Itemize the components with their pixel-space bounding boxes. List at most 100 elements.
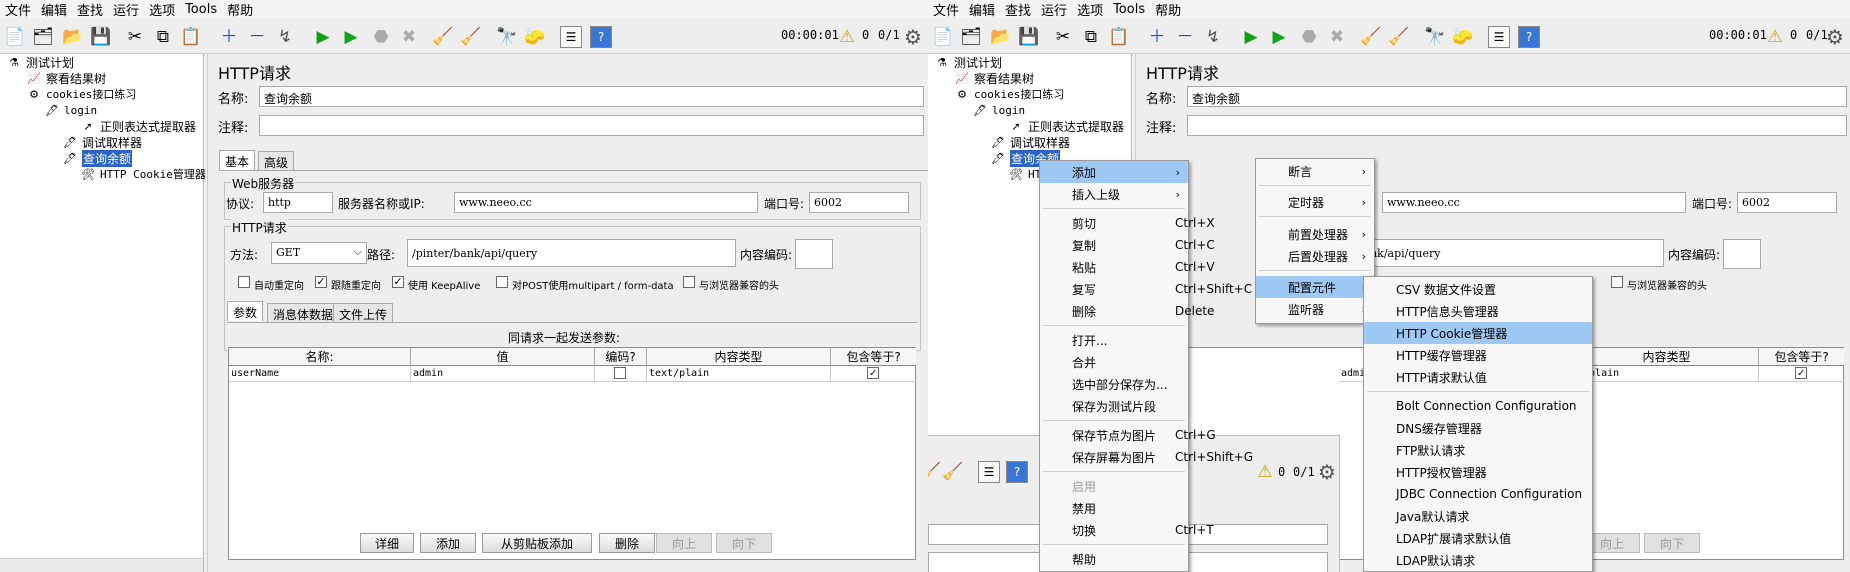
config-item-cookie-manager[interactable]: HTTP Cookie管理器 — [1364, 322, 1592, 344]
submenu-item-postprocessors[interactable]: 后置处理器 › — [1256, 245, 1374, 267]
submenu-item-config-elements[interactable]: 配置元件› — [1256, 276, 1374, 298]
multipart-checkbox[interactable] — [496, 276, 508, 288]
save-icon[interactable]: 💾 — [90, 26, 112, 48]
shutdown-icon[interactable]: ✖ — [1326, 26, 1348, 48]
follow-redirect-checkbox[interactable]: ✓ — [315, 276, 327, 288]
start-icon[interactable]: ▶ — [312, 26, 334, 48]
tree-node-debug[interactable]: 🖊 调试取样器 — [990, 134, 1070, 150]
menu-item-help[interactable]: 帮助 — [1040, 548, 1188, 570]
cell-include-equals[interactable]: ✓ — [831, 366, 916, 382]
menu-item-add[interactable]: 添加 › — [1040, 161, 1188, 183]
tree-node-regex[interactable]: ➚ 正则表达式提取器 — [1008, 118, 1124, 134]
name-input[interactable]: 查询余额 — [259, 86, 924, 107]
protocol-input[interactable]: http — [263, 192, 333, 213]
start-icon[interactable]: ▶ — [1240, 26, 1262, 48]
shutdown-icon[interactable]: ✖ — [398, 26, 420, 48]
cell-value[interactable]: admin — [411, 366, 595, 382]
config-item-ldap-ext-defaults[interactable]: LDAP扩展请求默认值 — [1364, 527, 1592, 549]
help-icon[interactable]: ? — [590, 26, 612, 48]
config-item-ftp-defaults[interactable]: FTP默认请求 — [1364, 439, 1592, 461]
menu-file[interactable]: 文件 — [0, 0, 36, 19]
menu-item-insert-parent[interactable]: 插入上级 › — [1040, 183, 1188, 205]
tree-node-test-plan[interactable]: ⚗ 测试计划 — [934, 54, 1002, 70]
cell-content-type[interactable]: text/plain — [647, 366, 831, 382]
col-encode[interactable]: 编码? — [595, 348, 647, 366]
tree-node-cookie-manager[interactable]: 🛠 HT — [1008, 166, 1041, 182]
new-icon[interactable]: 📄 — [932, 26, 954, 48]
encode-checkbox[interactable] — [614, 367, 626, 379]
server-input[interactable]: www.neeo.cc — [454, 192, 758, 213]
function-helper-icon[interactable]: ☰ — [1488, 26, 1510, 48]
menu-item-paste[interactable]: 粘贴 Ctrl+V — [1040, 256, 1215, 278]
copy-icon[interactable]: ⧉ — [152, 26, 174, 48]
tree-node-regex[interactable]: ➚ 正则表达式提取器 — [80, 118, 196, 134]
cell-name[interactable]: userName — [229, 366, 411, 382]
server-input[interactable]: www.neeo.cc — [1382, 192, 1686, 213]
clear-all-icon[interactable]: 🧹 — [460, 26, 482, 48]
templates-icon[interactable]: 🗂 — [960, 26, 982, 48]
help-icon[interactable]: ? — [1518, 26, 1540, 48]
cell-content-type[interactable]: t/plain — [1575, 366, 1759, 382]
cut-icon[interactable]: ✂ — [124, 26, 146, 48]
menu-run[interactable]: 运行 — [108, 0, 144, 19]
tree-node-view-results[interactable]: 📈 察看结果树 — [954, 70, 1034, 86]
col-content-type[interactable]: 内容类型 — [647, 348, 831, 366]
col-value[interactable]: 值 — [411, 348, 595, 366]
delete-button[interactable]: 删除 — [599, 533, 655, 553]
menu-item-save-selection[interactable]: 选中部分保存为... — [1040, 373, 1188, 395]
menu-search[interactable]: 查找 — [1000, 0, 1036, 19]
tree-node-query[interactable]: 🖊 查询余额 — [62, 149, 133, 167]
tree-node-view-results[interactable]: 📈 察看结果树 — [26, 70, 106, 86]
config-item-header-manager[interactable]: HTTP信息头管理器 — [1364, 300, 1592, 322]
include-equals-checkbox[interactable]: ✓ — [867, 367, 879, 379]
clear-icon[interactable]: 🧹 — [1360, 26, 1382, 48]
menu-run[interactable]: 运行 — [1036, 0, 1072, 19]
path-input[interactable]: /pinter/bank/api/query — [407, 239, 736, 267]
tab-files-upload[interactable]: 文件上传 — [333, 303, 394, 323]
config-item-dns-cache[interactable]: DNS缓存管理器 — [1364, 417, 1592, 439]
start-no-pause-icon[interactable]: ▶ — [1268, 26, 1290, 48]
collapse-icon[interactable]: － — [1174, 26, 1196, 48]
menu-item-copy[interactable]: 复制 Ctrl+C — [1040, 234, 1215, 256]
config-item-auth-manager[interactable]: HTTP授权管理器 — [1364, 461, 1592, 483]
menu-item-save-screen-image[interactable]: 保存屏幕为图片 Ctrl+Shift+G — [1040, 446, 1253, 468]
add-button[interactable]: 添加 — [420, 533, 476, 553]
open-icon[interactable]: 📂 — [62, 26, 84, 48]
config-item-jdbc[interactable]: JDBC Connection Configuration — [1364, 483, 1592, 505]
toggle-icon[interactable]: ↯ — [274, 26, 296, 48]
menu-item-cut[interactable]: 剪切 Ctrl+X — [1040, 212, 1215, 234]
tree-node-thread-group[interactable]: ⚙ cookies接口练习 — [26, 86, 136, 102]
detail-button[interactable]: 详细 — [360, 533, 414, 553]
move-down-button[interactable]: 向下 — [1644, 533, 1700, 553]
move-down-button[interactable]: 向下 — [716, 533, 772, 553]
menu-options[interactable]: 选项 — [144, 0, 180, 19]
menu-search[interactable]: 查找 — [72, 0, 108, 19]
clear-all-icon[interactable]: 🧹 — [1388, 26, 1410, 48]
config-item-bolt[interactable]: Bolt Connection Configuration — [1364, 395, 1592, 417]
search-icon[interactable]: 🔭 — [496, 26, 518, 48]
browser-headers-checkbox[interactable] — [683, 276, 695, 288]
config-item-ldap-defaults[interactable]: LDAP默认请求 — [1364, 549, 1592, 571]
tree-node-login[interactable]: 🖊 login — [972, 102, 1025, 118]
submenu-item-assertions[interactable]: 断言 › — [1256, 160, 1374, 182]
warning-icon[interactable]: ⚠ — [1764, 26, 1786, 48]
stop-icon[interactable]: ⬣ — [1298, 26, 1320, 48]
tab-advanced[interactable]: 高级 — [258, 151, 295, 171]
menu-options[interactable]: 选项 — [1072, 0, 1108, 19]
col-include-equals[interactable]: 包含等于? — [831, 348, 916, 366]
keepalive-checkbox[interactable]: ✓ — [392, 276, 404, 288]
menu-item-save-fragment[interactable]: 保存为测试片段 — [1040, 395, 1188, 417]
expand-icon[interactable]: ＋ — [1146, 26, 1168, 48]
cell-include-equals[interactable]: ✓ — [1759, 366, 1844, 382]
paste-icon[interactable]: 📋 — [180, 26, 202, 48]
warning-icon[interactable]: ⚠ — [836, 26, 858, 48]
menu-item-save-node-image[interactable]: 保存节点为图片 Ctrl+G — [1040, 424, 1216, 446]
col-include-equals[interactable]: 包含等于? — [1759, 348, 1844, 366]
clear-icon[interactable]: 🧹 — [432, 26, 454, 48]
browser-headers-checkbox[interactable] — [1611, 276, 1623, 288]
comment-input[interactable] — [259, 115, 924, 136]
config-item-request-defaults[interactable]: HTTP请求默认值 — [1364, 366, 1592, 388]
method-select[interactable]: GET ⌵ — [271, 242, 367, 264]
menu-edit[interactable]: 编辑 — [36, 0, 72, 19]
paste-icon[interactable]: 📋 — [1108, 26, 1130, 48]
